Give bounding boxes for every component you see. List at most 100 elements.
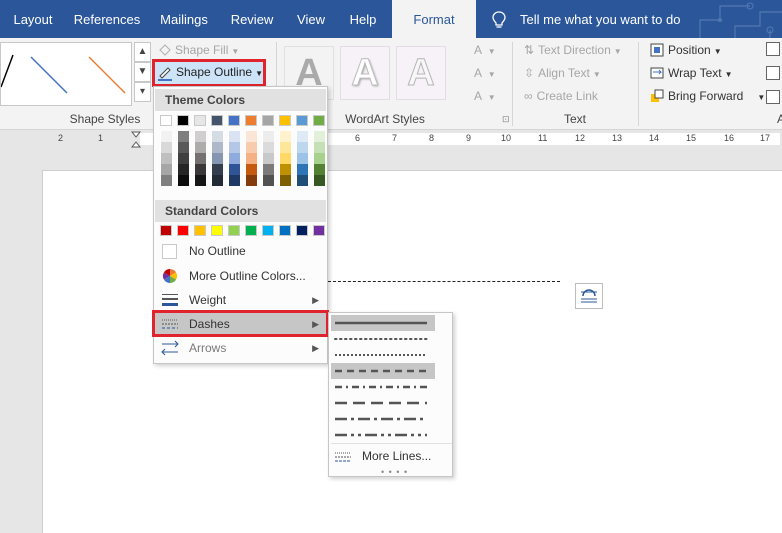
theme-color-swatch[interactable] [279,153,291,164]
align-icon[interactable] [766,42,780,56]
theme-color-swatch[interactable] [245,115,257,126]
resize-grip-icon[interactable]: • • • • [381,467,408,477]
group-icon[interactable] [766,66,780,80]
dash-option-square-dot[interactable] [331,347,435,363]
align-text-button[interactable]: ⇳ Align Text ▼ [524,63,601,83]
theme-color-swatch[interactable] [160,115,172,126]
tab-layout[interactable]: Layout [0,0,66,38]
more-lines-item[interactable]: More Lines... [331,447,451,467]
theme-color-swatch[interactable] [160,142,172,153]
theme-color-swatch[interactable] [245,142,257,153]
wordart-style-3[interactable]: A [396,46,446,100]
horizontal-ruler[interactable]: 2 1 1 2 3 4 5 6 7 8 9 10 11 12 13 14 15 … [0,130,782,148]
arrows-item[interactable]: Arrows ▶ [155,336,326,360]
shape-style-gallery[interactable] [0,42,132,106]
theme-color-swatch[interactable] [228,153,240,164]
theme-color-swatch[interactable] [228,115,240,126]
theme-color-swatch[interactable] [262,115,274,126]
theme-color-swatch[interactable] [211,142,223,153]
theme-color-swatch[interactable] [211,115,223,126]
no-outline-item[interactable]: No Outline [155,239,326,263]
gallery-scroll-down[interactable]: ▼ [134,62,151,82]
dash-option-round-dot[interactable] [331,331,435,347]
theme-color-swatch[interactable] [279,142,291,153]
theme-color-swatch[interactable] [211,153,223,164]
standard-color-swatch[interactable] [296,225,308,236]
dash-option-dash[interactable] [331,363,435,379]
wordart-style-2[interactable]: A [340,46,390,100]
theme-color-swatch[interactable] [228,142,240,153]
theme-color-swatch[interactable] [228,164,240,175]
dash-option-long-dash[interactable] [331,395,435,411]
theme-color-swatch[interactable] [313,142,325,153]
dash-option-long-dash-dot-dot[interactable] [331,427,435,443]
theme-color-swatch[interactable] [177,115,189,126]
theme-color-swatch[interactable] [160,175,172,186]
selected-line-shape[interactable] [328,281,560,282]
theme-color-swatch[interactable] [177,142,189,153]
theme-color-swatch[interactable] [279,175,291,186]
indent-marker-icon[interactable] [131,131,141,148]
theme-color-swatch[interactable] [262,142,274,153]
theme-color-swatch[interactable] [160,153,172,164]
theme-color-swatch[interactable] [160,131,172,142]
standard-color-swatch[interactable] [313,225,325,236]
wrap-text-button[interactable]: Wrap Text ▼ [650,63,733,83]
theme-color-swatch[interactable] [194,115,206,126]
theme-color-swatch[interactable] [296,115,308,126]
theme-color-swatch[interactable] [194,142,206,153]
theme-color-swatch[interactable] [194,153,206,164]
theme-color-swatch[interactable] [194,175,206,186]
theme-color-swatch[interactable] [262,153,274,164]
theme-color-swatch[interactable] [177,164,189,175]
standard-color-swatch[interactable] [279,225,291,236]
theme-color-swatch[interactable] [194,164,206,175]
tab-format[interactable]: Format [392,0,476,38]
theme-color-swatch[interactable] [296,142,308,153]
theme-color-swatch[interactable] [211,175,223,186]
dash-option-solid[interactable] [331,315,435,331]
theme-color-swatch[interactable] [279,131,291,142]
theme-color-swatch[interactable] [313,164,325,175]
theme-color-swatch[interactable] [296,175,308,186]
dash-option-long-dash-dot[interactable] [331,411,435,427]
layout-options-button[interactable] [575,283,603,309]
theme-color-swatch[interactable] [211,164,223,175]
gallery-scroll-up[interactable]: ▲ [134,42,151,62]
bring-forward-button[interactable]: Bring Forward ▼ [650,86,765,106]
shape-fill-button[interactable]: Shape Fill ▼ [158,40,239,60]
theme-color-swatch[interactable] [160,164,172,175]
tab-view[interactable]: View [284,0,338,38]
theme-color-swatch[interactable] [279,115,291,126]
theme-color-swatch[interactable] [177,175,189,186]
theme-color-swatch[interactable] [313,115,325,126]
more-outline-colors-item[interactable]: More Outline Colors... [155,264,326,288]
tab-mailings[interactable]: Mailings [148,0,220,38]
theme-color-swatch[interactable] [245,131,257,142]
theme-color-swatch[interactable] [245,164,257,175]
theme-color-swatch[interactable] [245,153,257,164]
theme-color-swatch[interactable] [279,164,291,175]
rotate-icon[interactable] [766,90,780,104]
theme-color-swatch[interactable] [228,131,240,142]
standard-color-swatch[interactable] [160,225,172,236]
tab-references[interactable]: References [66,0,148,38]
text-fill-button[interactable]: A ▼ [474,40,496,60]
theme-color-swatch[interactable] [296,153,308,164]
theme-color-swatch[interactable] [194,131,206,142]
shape-outline-button[interactable]: Shape Outline ▼ [152,59,266,87]
standard-color-swatch[interactable] [194,225,206,236]
standard-color-swatch[interactable] [211,225,223,236]
theme-color-swatch[interactable] [262,175,274,186]
theme-color-swatch[interactable] [313,175,325,186]
dash-option-dash-dot[interactable] [331,379,435,395]
tab-review[interactable]: Review [220,0,284,38]
tab-help[interactable]: Help [338,0,388,38]
theme-color-swatch[interactable] [296,164,308,175]
theme-color-swatch[interactable] [262,164,274,175]
standard-color-swatch[interactable] [228,225,240,236]
text-effects-button[interactable]: A ▼ [474,86,496,106]
theme-color-swatch[interactable] [177,153,189,164]
text-outline-button[interactable]: A ▼ [474,63,496,83]
theme-color-swatch[interactable] [313,153,325,164]
